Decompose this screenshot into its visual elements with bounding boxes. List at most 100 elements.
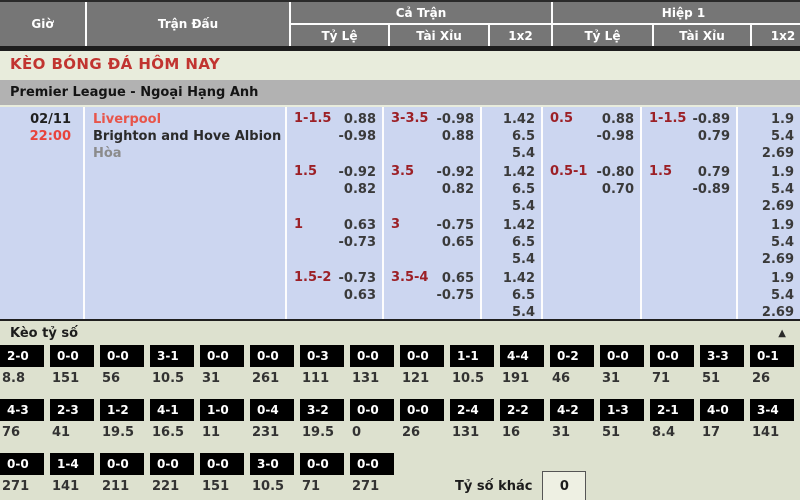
score-box[interactable]: 3-3 [700,345,744,367]
score-box[interactable]: 0-0 [0,453,44,475]
score-cell[interactable]: 0-0151 [200,453,244,500]
score-cell[interactable]: 1-351 [600,399,644,449]
odds-cell-full-over-under[interactable]: 3-0.750.65 [384,213,482,268]
score-cell[interactable]: 1-219.5 [100,399,144,449]
score-cell[interactable]: 0-0271 [350,453,394,500]
score-cell[interactable]: 0-0271 [0,453,44,500]
score-box[interactable]: 0-0 [200,345,244,367]
odds-cell-full-over-under[interactable]: 3-3.5-0.980.88 [384,107,482,162]
score-box[interactable]: 0-0 [400,345,444,367]
score-box[interactable]: 1-1 [450,345,494,367]
score-box[interactable]: 0-0 [350,453,394,475]
score-box[interactable]: 0-1 [750,345,794,367]
score-cell[interactable]: 1-4141 [50,453,94,500]
score-cell[interactable]: 0-0131 [350,345,394,395]
odds-cell-h1-over-under[interactable]: 1.50.79-0.89 [642,160,738,215]
odds-cell-full-handicap[interactable]: 1-1.50.88-0.98 [287,107,384,162]
score-cell[interactable]: 1-110.5 [450,345,494,395]
score-box[interactable]: 4-4 [500,345,544,367]
score-cell[interactable]: 3-010.5 [250,453,294,500]
odds-cell-h1-over-under[interactable] [642,213,738,268]
score-cell[interactable]: 2-18.4 [650,399,694,449]
score-box[interactable]: 3-2 [300,399,344,421]
score-box[interactable]: 2-3 [50,399,94,421]
odds-cell-h1-1x2[interactable]: 1.95.42.69 [738,160,800,215]
score-cell[interactable]: 0-071 [650,345,694,395]
score-cell[interactable]: 2-341 [50,399,94,449]
score-cell[interactable]: 3-351 [700,345,744,395]
score-cell[interactable]: 0-00 [350,399,394,449]
other-score-value[interactable]: 0 [542,471,586,500]
odds-cell-full-1x2[interactable]: 1.426.55.4 [482,213,543,268]
score-box[interactable]: 0-0 [650,345,694,367]
score-box[interactable]: 0-0 [300,453,344,475]
score-cell[interactable]: 0-3111 [300,345,344,395]
score-box[interactable]: 4-2 [550,399,594,421]
score-box[interactable]: 4-1 [150,399,194,421]
score-cell[interactable]: 0-0151 [50,345,94,395]
score-cell[interactable]: 2-08.8 [0,345,44,395]
score-cell[interactable]: 0-056 [100,345,144,395]
score-box[interactable]: 2-0 [0,345,44,367]
score-cell[interactable]: 0-031 [200,345,244,395]
score-box[interactable]: 0-0 [250,345,294,367]
score-box[interactable]: 2-2 [500,399,544,421]
score-cell[interactable]: 0-0221 [150,453,194,500]
score-box[interactable]: 1-0 [200,399,244,421]
odds-cell-h1-handicap[interactable]: 0.50.88-0.98 [543,107,642,162]
odds-cell-full-1x2[interactable]: 1.426.55.4 [482,266,543,321]
odds-cell-h1-1x2[interactable]: 1.95.42.69 [738,107,800,162]
score-box[interactable]: 1-3 [600,399,644,421]
score-box[interactable]: 0-0 [50,345,94,367]
odds-cell-full-1x2[interactable]: 1.426.55.4 [482,160,543,215]
score-cell[interactable]: 0-0211 [100,453,144,500]
collapse-icon[interactable]: ▲ [778,328,786,339]
score-cell[interactable]: 0-4231 [250,399,294,449]
score-cell[interactable]: 3-110.5 [150,345,194,395]
score-box[interactable]: 0-0 [350,399,394,421]
score-cell[interactable]: 2-4131 [450,399,494,449]
score-box[interactable]: 2-1 [650,399,694,421]
odds-cell-full-handicap[interactable]: 1.5-2-0.730.63 [287,266,384,321]
score-box[interactable]: 0-2 [550,345,594,367]
odds-cell-h1-handicap[interactable]: 0.5-1-0.800.70 [543,160,642,215]
odds-cell-full-handicap[interactable]: 1.5-0.920.82 [287,160,384,215]
odds-cell-h1-over-under[interactable] [642,266,738,321]
score-cell[interactable]: 2-216 [500,399,544,449]
odds-cell-full-over-under[interactable]: 3.5-40.65-0.75 [384,266,482,321]
score-cell[interactable]: 4-4191 [500,345,544,395]
score-box[interactable]: 0-0 [600,345,644,367]
score-cell[interactable]: 3-219.5 [300,399,344,449]
score-box[interactable]: 3-0 [250,453,294,475]
score-cell[interactable]: 0-246 [550,345,594,395]
odds-cell-full-1x2[interactable]: 1.426.55.4 [482,107,543,162]
odds-cell-full-handicap[interactable]: 10.63-0.73 [287,213,384,268]
odds-cell-full-over-under[interactable]: 3.5-0.920.82 [384,160,482,215]
odds-cell-h1-1x2[interactable]: 1.95.42.69 [738,266,800,321]
score-box[interactable]: 4-3 [0,399,44,421]
score-box[interactable]: 4-0 [700,399,744,421]
odds-cell-h1-over-under[interactable]: 1-1.5-0.890.79 [642,107,738,162]
score-box[interactable]: 3-1 [150,345,194,367]
score-cell[interactable]: 0-0261 [250,345,294,395]
score-cell[interactable]: 4-231 [550,399,594,449]
score-box[interactable]: 0-0 [350,345,394,367]
score-cell[interactable]: 4-017 [700,399,744,449]
score-box[interactable]: 2-4 [450,399,494,421]
score-box[interactable]: 0-4 [250,399,294,421]
odds-cell-h1-handicap[interactable] [543,266,642,321]
score-box[interactable]: 0-0 [100,453,144,475]
score-box[interactable]: 0-0 [150,453,194,475]
score-box[interactable]: 3-4 [750,399,794,421]
score-cell[interactable]: 3-4141 [750,399,794,449]
score-box[interactable]: 0-3 [300,345,344,367]
score-cell[interactable]: 0-126 [750,345,794,395]
score-cell[interactable]: 0-0121 [400,345,444,395]
score-cell[interactable]: 4-376 [0,399,44,449]
score-box[interactable]: 0-0 [100,345,144,367]
score-cell[interactable]: 4-116.5 [150,399,194,449]
odds-cell-h1-1x2[interactable]: 1.95.42.69 [738,213,800,268]
score-cell[interactable]: 0-071 [300,453,344,500]
score-cell[interactable]: 0-026 [400,399,444,449]
score-cell[interactable]: 0-031 [600,345,644,395]
